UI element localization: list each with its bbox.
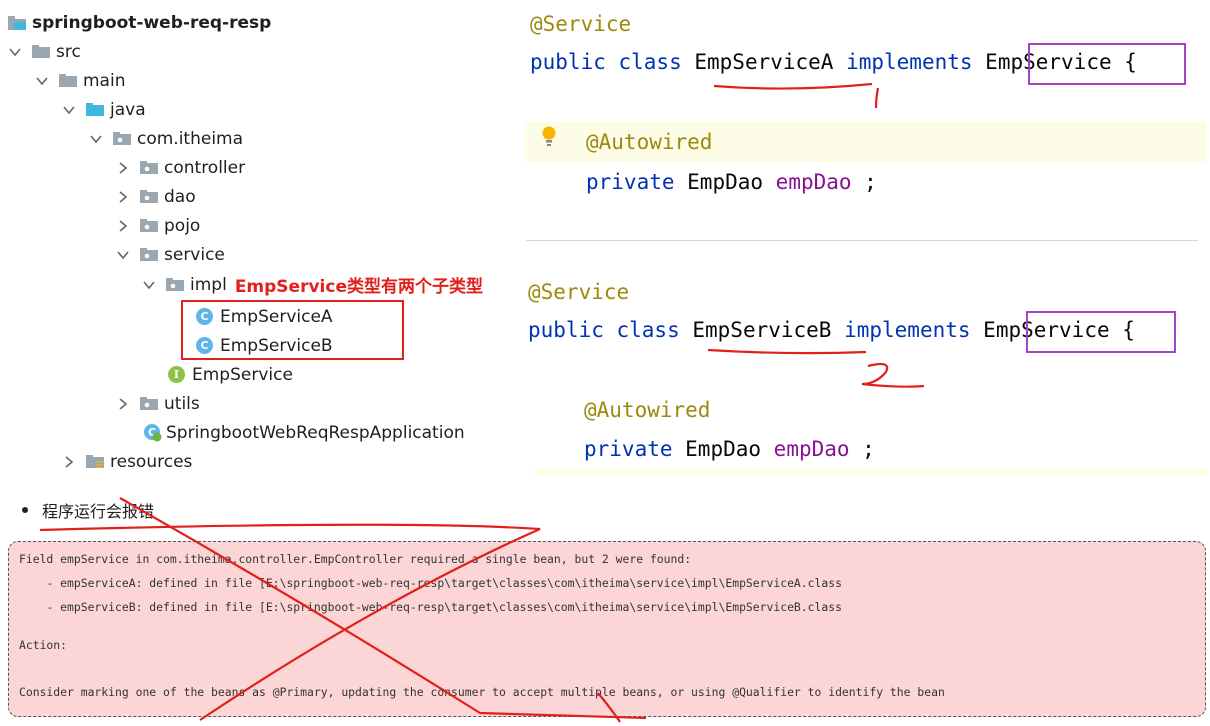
bullet-dot [22, 507, 28, 513]
tree-row-impl[interactable]: impl EmpService类型有两个子类型 [142, 270, 483, 299]
code-semicolon: ; [849, 437, 875, 461]
code-field-declaration-a: private EmpDao empDao ; [586, 170, 877, 194]
tree-label-controller: controller [164, 157, 246, 178]
bullet-text: 程序运行会报错 [42, 502, 155, 521]
tree-label-dao: dao [164, 186, 196, 207]
code-keyword: private [586, 170, 688, 194]
class-icon: C [196, 337, 213, 354]
tree-label-main: main [83, 70, 126, 91]
tree-row-project[interactable]: springboot-web-req-resp [8, 8, 271, 37]
error-line: Field empService in com.itheima.controll… [19, 552, 692, 566]
chevron-down-icon[interactable] [62, 103, 76, 117]
tree-label-application: SpringbootWebReqRespApplication [166, 422, 465, 443]
class-icon: C [196, 308, 213, 325]
divider [526, 240, 1198, 241]
code-semicolon: ; [851, 170, 877, 194]
lightbulb-icon[interactable] [541, 125, 557, 154]
tree-row-java[interactable]: java [62, 95, 146, 124]
project-folder-icon [8, 16, 26, 30]
resources-folder-icon [86, 455, 104, 468]
error-line: Consider marking one of the beans as @Pr… [19, 685, 945, 699]
tree-row-resources[interactable]: resources [62, 447, 192, 476]
tree-label-empservice: EmpService [192, 364, 293, 385]
tree-row-service[interactable]: service [116, 240, 225, 269]
code-type: EmpDao [687, 170, 776, 194]
tree-row-application[interactable]: C SpringbootWebReqRespApplication [143, 418, 465, 447]
interface-icon: I [168, 366, 185, 383]
highlight-box-interface-b [1026, 311, 1176, 353]
underline-empserviceb [707, 348, 867, 355]
chevron-down-icon[interactable] [142, 278, 156, 292]
code-field-name: empDao [775, 170, 852, 194]
package-icon [140, 219, 158, 232]
tree-row-empserviceb[interactable]: C EmpServiceB [196, 331, 333, 360]
caret-line-highlight [534, 468, 1206, 476]
folder-icon [32, 45, 50, 58]
chevron-down-icon[interactable] [116, 248, 130, 262]
chevron-right-icon[interactable] [116, 161, 130, 175]
source-folder-icon [86, 103, 104, 116]
package-icon [166, 278, 184, 291]
code-annotation-autowired: @Autowired [586, 130, 713, 154]
chevron-down-icon[interactable] [89, 132, 103, 146]
tree-row-controller[interactable]: controller [116, 153, 245, 182]
code-keyword: implements [833, 50, 986, 74]
error-line: Action: [19, 638, 68, 652]
chevron-right-icon[interactable] [116, 397, 130, 411]
package-icon [113, 132, 131, 145]
highlight-box-interface-a [1028, 43, 1186, 85]
annotation-text: EmpService类型有两个子类型 [234, 277, 483, 297]
tree-row-package[interactable]: com.itheima [89, 124, 243, 153]
error-message-box: Field empService in com.itheima.controll… [8, 541, 1206, 717]
tree-label-impl: impl [190, 274, 227, 295]
tree-row-utils[interactable]: utils [116, 389, 200, 418]
code-keyword: public class [530, 50, 695, 74]
underline-empservicea [713, 82, 873, 90]
error-line: - empServiceB: defined in file [E:\sprin… [19, 600, 842, 614]
tree-row-empservicea[interactable]: C EmpServiceA [196, 302, 333, 331]
tree-row-main[interactable]: main [35, 66, 125, 95]
code-class-name: EmpServiceA [694, 50, 834, 74]
mark-number-two [861, 362, 925, 388]
spring-boot-app-icon: C [143, 423, 162, 442]
code-field-name: empDao [773, 437, 850, 461]
package-icon [140, 161, 158, 174]
chevron-right-icon[interactable] [62, 455, 76, 469]
bullet-item: 程序运行会报错 [22, 498, 154, 522]
chevron-down-icon[interactable] [8, 45, 22, 59]
tree-label-pojo: pojo [164, 215, 201, 236]
chevron-down-icon[interactable] [35, 74, 49, 88]
chevron-right-icon[interactable] [116, 219, 130, 233]
tree-label-empserviceb: EmpServiceB [220, 335, 333, 356]
code-keyword: public class [528, 318, 693, 342]
tree-label-empservicea: EmpServiceA [220, 306, 333, 327]
tree-label-resources: resources [110, 451, 193, 472]
code-annotation-service: @Service [528, 280, 630, 304]
project-tree: springboot-web-req-resp src main java co… [0, 0, 520, 478]
code-keyword: private [584, 437, 686, 461]
tree-row-src[interactable]: src [8, 37, 81, 66]
tree-label-service: service [164, 244, 225, 265]
code-keyword: implements [831, 318, 984, 342]
code-annotation-service: @Service [530, 12, 632, 36]
mark-number-one [874, 87, 880, 109]
package-icon [140, 397, 158, 410]
tree-label-src: src [56, 41, 81, 62]
package-icon [140, 248, 158, 261]
folder-icon [59, 74, 77, 87]
code-type: EmpDao [685, 437, 774, 461]
tree-row-pojo[interactable]: pojo [116, 211, 200, 240]
tree-label-java: java [110, 99, 146, 120]
error-line: - empServiceA: defined in file [E:\sprin… [19, 576, 842, 590]
tree-row-empservice[interactable]: I EmpService [168, 360, 293, 389]
tree-label-utils: utils [164, 393, 200, 414]
package-icon [140, 190, 158, 203]
code-field-declaration-b: private EmpDao empDao ; [584, 437, 875, 461]
tree-row-dao[interactable]: dao [116, 182, 196, 211]
chevron-right-icon[interactable] [116, 190, 130, 204]
tree-label-package: com.itheima [137, 128, 244, 149]
code-annotation-autowired: @Autowired [584, 398, 711, 422]
code-class-name: EmpServiceB [692, 318, 832, 342]
project-name: springboot-web-req-resp [32, 12, 272, 33]
